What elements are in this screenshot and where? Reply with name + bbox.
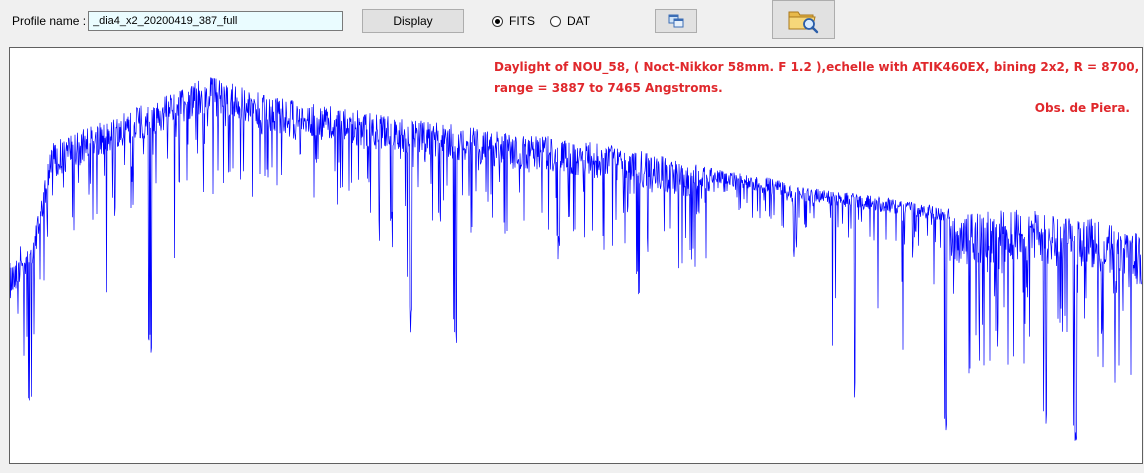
radio-dat-dot[interactable] bbox=[550, 15, 561, 27]
profile-name-label: Profile name : bbox=[12, 14, 87, 28]
spectrum-plot: Daylight of NOU_58, ( Noct-Nikkor 58mm. … bbox=[9, 47, 1143, 464]
radio-dat-label: DAT bbox=[567, 14, 591, 28]
profile-name-input[interactable] bbox=[88, 11, 343, 31]
display-button[interactable]: Display bbox=[362, 9, 464, 33]
open-file-button[interactable] bbox=[772, 0, 835, 39]
plot-annotation-line1: Daylight of NOU_58, ( Noct-Nikkor 58mm. … bbox=[494, 60, 1140, 74]
radio-dat[interactable]: DAT bbox=[550, 13, 590, 29]
copy-button[interactable] bbox=[655, 9, 697, 33]
plot-annotation-line2: range = 3887 to 7465 Angstroms. bbox=[494, 81, 723, 95]
spectrum-line bbox=[10, 77, 1142, 441]
plot-annotation-line3: Obs. de Piera. bbox=[1034, 101, 1130, 115]
radio-fits-dot[interactable] bbox=[492, 15, 503, 27]
radio-fits-label: FITS bbox=[509, 14, 535, 28]
toolbar: Profile name : Display FITS DAT bbox=[0, 0, 1144, 44]
folder-magnifier-icon bbox=[788, 11, 818, 33]
spectrum-trace bbox=[10, 77, 1142, 441]
copy-windows-icon bbox=[668, 14, 684, 28]
radio-fits[interactable]: FITS bbox=[492, 13, 535, 29]
